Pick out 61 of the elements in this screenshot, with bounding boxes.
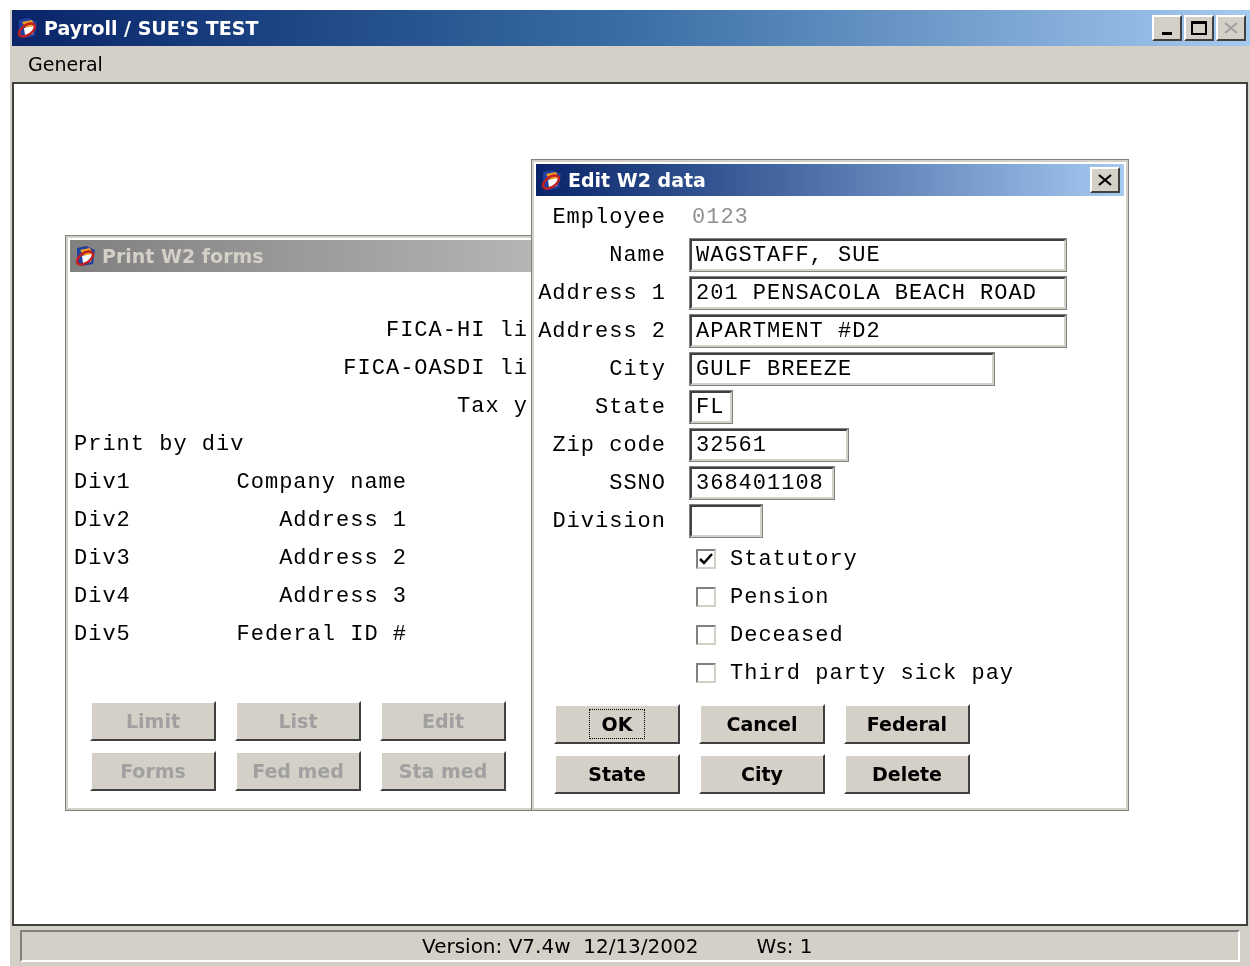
text-field[interactable]: 368401108	[690, 467, 834, 499]
text-field[interactable]: 201 PENSACOLA BEACH ROAD	[690, 277, 1066, 309]
dialog-button[interactable]: Cancel	[699, 704, 825, 744]
field-label: Employee	[551, 203, 666, 232]
maximize-button[interactable]	[1184, 15, 1214, 41]
text-field[interactable]: 32561	[690, 429, 848, 461]
field-label: City	[608, 355, 666, 384]
text-field[interactable]	[690, 505, 762, 537]
field-label: Tax y	[457, 392, 528, 421]
checkbox-label: Pension	[730, 583, 830, 612]
close-icon	[1224, 22, 1238, 34]
app-icon	[540, 168, 564, 192]
field-label: FICA-OASDI li	[343, 354, 528, 383]
division-label: Div1	[74, 468, 132, 497]
field-label: Name	[608, 241, 666, 270]
text-field[interactable]: WAGSTAFF, SUE	[690, 239, 1066, 271]
division-label: Div3	[74, 544, 132, 573]
dialog-button[interactable]: OK	[554, 704, 680, 744]
close-button[interactable]	[1090, 167, 1120, 193]
checkbox[interactable]	[696, 549, 716, 569]
checkbox-label: Third party sick pay	[730, 659, 1015, 688]
close-icon	[1098, 174, 1112, 186]
field-label: Address 2	[278, 544, 407, 573]
app-icon	[74, 244, 98, 268]
division-label: Div2	[74, 506, 132, 535]
field-label: Address 2	[537, 317, 666, 346]
field-label: SSNO	[608, 469, 666, 498]
close-button[interactable]	[1216, 15, 1246, 41]
field-label: Company name	[235, 468, 407, 497]
division-label: Div4	[74, 582, 132, 611]
version-text: Version: V7.4w 12/13/2002	[422, 933, 699, 960]
app-icon	[16, 16, 40, 40]
field-label: Address 1	[537, 279, 666, 308]
field-label: FICA-HI li	[385, 316, 528, 345]
checkbox-label: Deceased	[730, 621, 844, 650]
division-label: Div5	[74, 620, 132, 649]
field-label: Federal ID #	[235, 620, 407, 649]
window-title: Edit W2 data	[568, 167, 706, 193]
minimize-button[interactable]	[1152, 15, 1182, 41]
workstation-text: Ws: 1	[756, 933, 813, 960]
dialog-button[interactable]: City	[699, 754, 825, 794]
field-label: Division	[551, 507, 666, 536]
field-label: Zip code	[551, 431, 666, 460]
window-title: Payroll / SUE'S TEST	[44, 15, 259, 41]
dialog-button[interactable]: Delete	[844, 754, 970, 794]
checkbox[interactable]	[696, 625, 716, 645]
text-field[interactable]: FL	[690, 391, 732, 423]
menu-item[interactable]: General	[28, 49, 103, 79]
field-label: Address 1	[278, 506, 407, 535]
checkbox[interactable]	[696, 587, 716, 607]
employee-number: 0123	[692, 203, 749, 232]
text-field[interactable]: APARTMENT #D2	[690, 315, 1066, 347]
dialog-button[interactable]: State	[554, 754, 680, 794]
dialog-button[interactable]: Federal	[844, 704, 970, 744]
field-label: State	[594, 393, 666, 422]
section-label: Print by div	[74, 430, 245, 459]
window-title: Print W2 forms	[102, 243, 264, 269]
checkbox[interactable]	[696, 663, 716, 683]
checkbox-label: Statutory	[730, 545, 858, 574]
text-field[interactable]: GULF BREEZE	[690, 353, 994, 385]
field-label: Address 3	[278, 582, 407, 611]
